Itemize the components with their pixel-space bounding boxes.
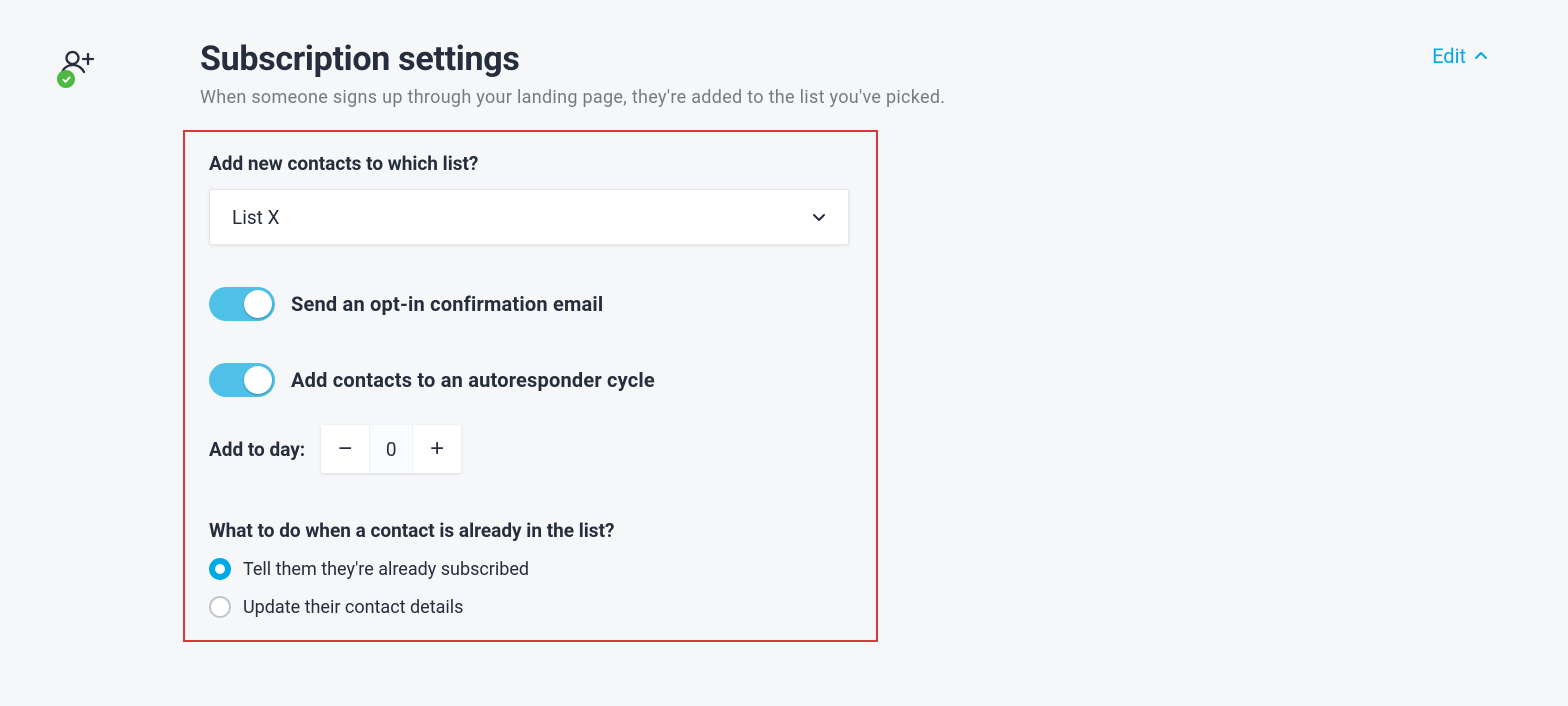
radio-option-update[interactable]: Update their contact details: [209, 596, 852, 618]
autoresponder-toggle-label: Add contacts to an autoresponder cycle: [291, 368, 655, 392]
optin-toggle-label: Send an opt-in confirmation email: [291, 292, 603, 316]
page-subtitle: When someone signs up through your landi…: [200, 87, 945, 108]
day-value: 0: [369, 425, 413, 473]
list-select-dropdown[interactable]: List X: [209, 189, 849, 245]
day-spinner: − 0 +: [321, 425, 461, 473]
edit-label: Edit: [1432, 44, 1466, 68]
settings-highlight-box: Add new contacts to which list? List X S…: [183, 130, 878, 642]
radio-label-update: Update their contact details: [243, 597, 463, 618]
autoresponder-toggle[interactable]: [209, 363, 275, 397]
chevron-down-icon: [812, 206, 826, 229]
radio-icon: [209, 558, 231, 580]
checkmark-badge-icon: [57, 70, 75, 88]
day-decrement-button[interactable]: −: [321, 425, 369, 473]
section-status-icon: [60, 50, 100, 90]
edit-toggle-button[interactable]: Edit: [1432, 44, 1488, 68]
radio-option-tell[interactable]: Tell them they're already subscribed: [209, 558, 852, 580]
radio-icon: [209, 596, 231, 618]
list-select-value: List X: [232, 206, 280, 229]
existing-contact-heading: What to do when a contact is already in …: [209, 519, 852, 542]
radio-label-tell: Tell them they're already subscribed: [243, 559, 529, 580]
page-title: Subscription settings: [200, 40, 945, 79]
day-increment-button[interactable]: +: [413, 425, 461, 473]
day-spinner-label: Add to day:: [209, 438, 305, 461]
list-select-label: Add new contacts to which list?: [209, 152, 852, 175]
optin-toggle[interactable]: [209, 287, 275, 321]
chevron-up-icon: [1474, 44, 1488, 68]
